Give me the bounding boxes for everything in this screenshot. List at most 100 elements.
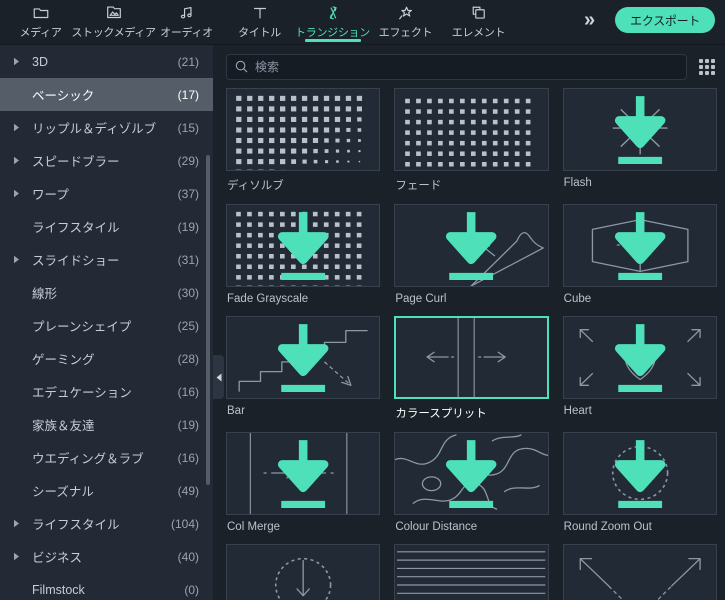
download-icon[interactable] — [395, 205, 547, 286]
sidebar-item[interactable]: 3D (21) — [0, 45, 213, 78]
transitions-scroll-area[interactable]: ディソルブ フェード Flash Fade Grayscale Page Curl Cub… — [226, 88, 725, 600]
expand-arrow[interactable] — [8, 156, 24, 165]
export-button[interactable]: エクスポート — [615, 7, 715, 33]
transition-tile[interactable] — [394, 544, 549, 600]
transition-tile[interactable]: Heart — [562, 316, 717, 432]
download-icon[interactable] — [564, 89, 716, 170]
transition-arrows-icon — [324, 3, 342, 22]
expand-arrow[interactable] — [8, 552, 24, 561]
transition-thumbnail[interactable] — [562, 544, 717, 600]
transition-tile[interactable]: Flash — [562, 88, 717, 204]
chevron-double-right-icon[interactable]: » — [578, 10, 601, 30]
tab-element-shapes[interactable]: エレメント — [442, 0, 515, 45]
transition-thumbnail[interactable] — [562, 316, 717, 399]
transition-thumbnail[interactable] — [394, 432, 549, 515]
sidebar-item[interactable]: ライフスタイル (19) — [0, 210, 213, 243]
sidebar-item[interactable]: シーズナル (49) — [0, 474, 213, 507]
sidebar-item[interactable]: 線形 (30) — [0, 276, 213, 309]
transition-tile[interactable] — [562, 544, 717, 600]
sidebar-item[interactable]: スライドショー (31) — [0, 243, 213, 276]
transitions-panel: ディソルブ フェード Flash Fade Grayscale Page Curl Cub… — [213, 45, 725, 600]
download-icon[interactable] — [564, 205, 716, 286]
transition-label: Heart — [563, 405, 592, 417]
transition-tile[interactable]: ディソルブ — [226, 88, 381, 204]
sidebar-item[interactable]: ライフスタイル (104) — [0, 507, 213, 540]
sidebar-item[interactable]: Filmstock (0) — [0, 573, 213, 600]
transition-tile[interactable]: カラースプリット — [394, 316, 549, 432]
transition-tile[interactable]: Bar — [226, 316, 381, 432]
sidebar-item[interactable]: ゲーミング (28) — [0, 342, 213, 375]
download-icon[interactable] — [227, 317, 379, 398]
transition-thumbnail[interactable] — [394, 544, 549, 600]
tab-label: メディア — [19, 27, 62, 39]
transition-tile[interactable]: Round Zoom Out — [562, 432, 717, 544]
sidebar-item-label: Filmstock — [32, 582, 85, 597]
sidebar-collapse-handle[interactable] — [213, 355, 224, 399]
download-icon[interactable] — [564, 433, 716, 514]
sidebar-item[interactable]: 家族＆友達 (19) — [0, 408, 213, 441]
tab-effect-sparkle[interactable]: エフェクト — [369, 0, 442, 45]
transition-tile[interactable]: Fade Grayscale — [226, 204, 381, 316]
transition-thumbnail[interactable] — [226, 316, 381, 399]
transition-label: カラースプリット — [395, 408, 487, 420]
transition-thumbnail[interactable] — [562, 204, 717, 287]
tab-audio-note[interactable]: オーディオ — [150, 0, 223, 45]
expand-arrow[interactable] — [8, 189, 24, 198]
sidebar-item-label: エデュケーション — [32, 386, 132, 400]
tab-folder[interactable]: メディア — [4, 0, 77, 45]
transition-tile[interactable]: フェード — [394, 88, 549, 204]
transition-label: Flash — [563, 177, 592, 189]
tab-stock-media[interactable]: ストックメディア — [71, 0, 156, 45]
transition-thumbnail[interactable] — [226, 88, 381, 171]
transition-tile[interactable]: Colour Distance — [394, 432, 549, 544]
category-sidebar: 3D (21) ベーシック (17) リップル＆ディゾルブ (15) スピードブラー (29)… — [0, 45, 213, 600]
sidebar-item[interactable]: スピードブラー (29) — [0, 144, 213, 177]
sidebar-item[interactable]: エデュケーション (16) — [0, 375, 213, 408]
triangle-right-icon — [13, 57, 19, 66]
transition-label: Bar — [227, 405, 245, 417]
search-input[interactable] — [255, 59, 678, 74]
triangle-right-icon — [13, 189, 19, 198]
transition-tile[interactable]: Page Curl — [394, 204, 549, 316]
transition-thumbnail[interactable] — [562, 432, 717, 515]
transition-thumbnail[interactable] — [226, 544, 381, 600]
download-icon[interactable] — [227, 433, 379, 514]
transition-thumbnail[interactable] — [226, 432, 381, 515]
download-icon[interactable] — [564, 317, 716, 398]
element-shapes-icon — [470, 3, 488, 22]
expand-arrow[interactable] — [8, 57, 24, 66]
tab-title-text[interactable]: タイトル — [223, 0, 296, 45]
transition-thumbnail[interactable] — [226, 204, 381, 287]
sidebar-item[interactable]: ウエディング＆ラブ (16) — [0, 441, 213, 474]
transition-tile[interactable] — [226, 544, 381, 600]
transition-thumbnail[interactable] — [562, 88, 717, 171]
sidebar-item-count: (104) — [170, 516, 199, 531]
download-icon[interactable] — [395, 433, 547, 514]
search-box[interactable] — [226, 53, 687, 80]
sidebar-item-count: (29) — [177, 153, 199, 168]
transition-label: ディソルブ — [227, 180, 284, 192]
sidebar-item-label: 家族＆友達 — [32, 419, 95, 433]
sidebar-item[interactable]: リップル＆ディゾルブ (15) — [0, 111, 213, 144]
grid-dots-icon[interactable] — [697, 57, 717, 77]
sidebar-item-count: (17) — [177, 87, 199, 102]
expand-arrow[interactable] — [8, 519, 24, 528]
transition-thumbnail[interactable] — [394, 88, 549, 171]
sidebar-item[interactable]: プレーンシェイプ (25) — [0, 309, 213, 342]
transition-tile[interactable]: Col Merge — [226, 432, 381, 544]
sidebar-item[interactable]: ワープ (37) — [0, 177, 213, 210]
sidebar-item-count: (0) — [184, 582, 199, 597]
sidebar-item-label: リップル＆ディゾルブ — [32, 122, 157, 136]
sidebar-item[interactable]: ビジネス (40) — [0, 540, 213, 573]
sidebar-item-label: ライフスタイル — [32, 518, 120, 532]
expand-arrow[interactable] — [8, 255, 24, 264]
sidebar-scrollbar[interactable] — [206, 155, 210, 485]
download-icon[interactable] — [227, 205, 379, 286]
transition-tile[interactable]: Cube — [562, 204, 717, 316]
transition-thumbnail[interactable] — [394, 316, 549, 399]
tab-transition-arrows[interactable]: トランジション — [295, 0, 370, 45]
triangle-right-icon — [13, 123, 19, 132]
sidebar-item[interactable]: ベーシック (17) — [0, 78, 213, 111]
transition-thumbnail[interactable] — [394, 204, 549, 287]
expand-arrow[interactable] — [8, 123, 24, 132]
